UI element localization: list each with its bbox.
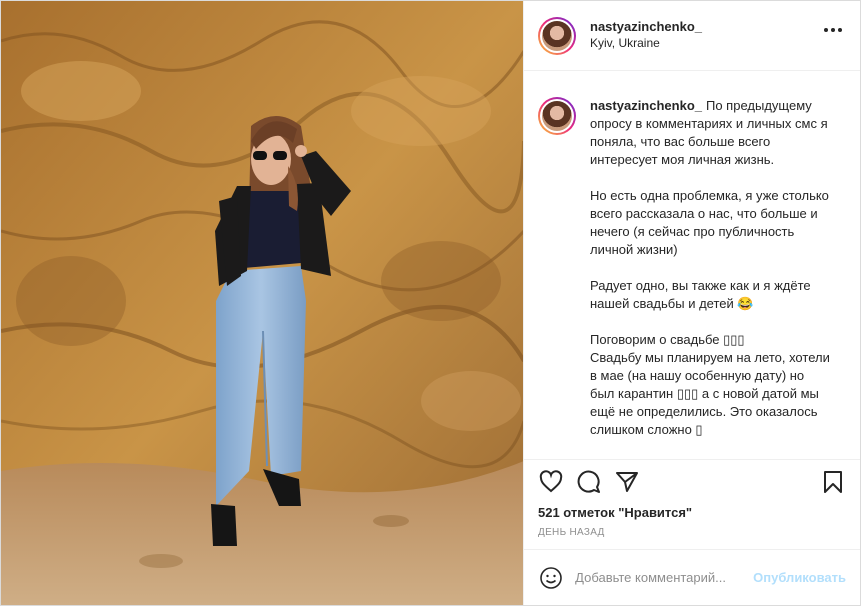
caption-username[interactable]: nastyazinchenko_ (590, 98, 702, 113)
caption-paragraph: Но есть одна проблемка, я уже столько вс… (590, 188, 833, 257)
action-bar (524, 459, 860, 503)
post-header: nastyazinchenko_ Kyiv, Ukraine (524, 1, 860, 71)
share-icon[interactable] (614, 469, 640, 495)
bookmark-icon[interactable] (820, 469, 846, 495)
heart-icon[interactable] (538, 469, 564, 495)
comment-form: Опубликовать (524, 549, 860, 605)
post-comment-button[interactable]: Опубликовать (753, 570, 846, 585)
caption-paragraph: Поговорим о свадьбе ▯▯▯ Свадьбу мы плани… (590, 332, 830, 437)
author-username[interactable]: nastyazinchenko_ (590, 19, 702, 36)
comment-icon[interactable] (576, 469, 602, 495)
caption-paragraph: Радует одно, вы также как и я ждёте наше… (590, 278, 815, 311)
post-caption: nastyazinchenko_ По предыдущему опросу в … (590, 97, 830, 459)
post-timestamp[interactable]: ДЕНЬ НАЗАД (524, 523, 860, 549)
author-avatar[interactable] (538, 16, 576, 55)
post-location[interactable]: Kyiv, Ukraine (590, 36, 702, 52)
post-card: nastyazinchenko_ Kyiv, Ukraine nastyazin… (0, 0, 861, 606)
likes-count[interactable]: 521 отметок "Нравится" (524, 503, 860, 523)
caption-avatar[interactable] (538, 97, 576, 135)
photo-illustration (1, 1, 523, 605)
post-sidebar: nastyazinchenko_ Kyiv, Ukraine nastyazin… (523, 1, 860, 605)
caption-paragraph: nastyazinchenko_ По предыдущему опросу в … (590, 98, 832, 167)
post-photo[interactable] (1, 1, 523, 605)
emoji-icon[interactable] (538, 564, 563, 592)
caption-area: nastyazinchenko_ По предыдущему опросу в … (524, 71, 860, 459)
comment-input[interactable] (573, 569, 754, 586)
more-options-icon[interactable] (824, 28, 842, 32)
